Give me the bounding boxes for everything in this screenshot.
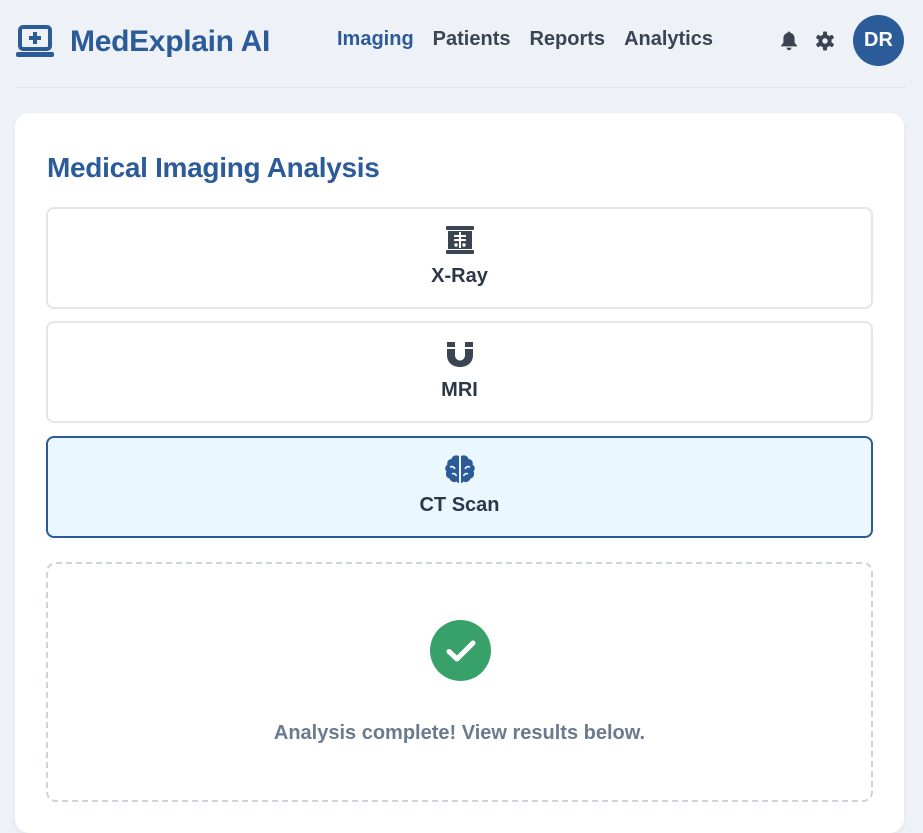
x-ray-icon	[444, 225, 476, 255]
bell-icon	[781, 31, 797, 50]
option-label: CT Scan	[419, 494, 500, 516]
nav-imaging[interactable]: Imaging	[337, 28, 414, 51]
notifications-button[interactable]	[778, 30, 800, 52]
header-actions: DR	[778, 15, 904, 66]
nav-patients[interactable]: Patients	[433, 28, 511, 51]
top-header: MedExplain AI Imaging Patients Reports A…	[0, 0, 923, 88]
option-x-ray[interactable]: X-Ray	[46, 207, 873, 309]
imaging-card: Medical Imaging Analysis X-Ray MRI CT Sc…	[15, 113, 904, 833]
option-label: X-Ray	[431, 265, 488, 287]
magnet-icon	[444, 339, 476, 369]
gear-icon	[816, 31, 834, 50]
app-logo[interactable]: MedExplain AI	[16, 22, 270, 62]
option-label: MRI	[441, 379, 478, 401]
check-circle-icon	[430, 620, 491, 681]
app-title: MedExplain AI	[70, 25, 271, 58]
nav-analytics[interactable]: Analytics	[624, 28, 713, 51]
header-divider	[16, 87, 907, 88]
settings-button[interactable]	[814, 30, 836, 52]
user-avatar[interactable]: DR	[853, 15, 904, 66]
brain-icon	[444, 454, 476, 484]
nav-reports[interactable]: Reports	[529, 28, 605, 51]
option-ct-scan[interactable]: CT Scan	[46, 436, 873, 538]
laptop-medical-icon	[16, 25, 54, 57]
analysis-status-text: Analysis complete! View results below.	[273, 722, 646, 744]
option-mri[interactable]: MRI	[46, 321, 873, 423]
page-title: Medical Imaging Analysis	[47, 152, 380, 183]
analysis-result-panel: Analysis complete! View results below.	[46, 562, 873, 802]
main-nav: Imaging Patients Reports Analytics	[337, 28, 713, 51]
